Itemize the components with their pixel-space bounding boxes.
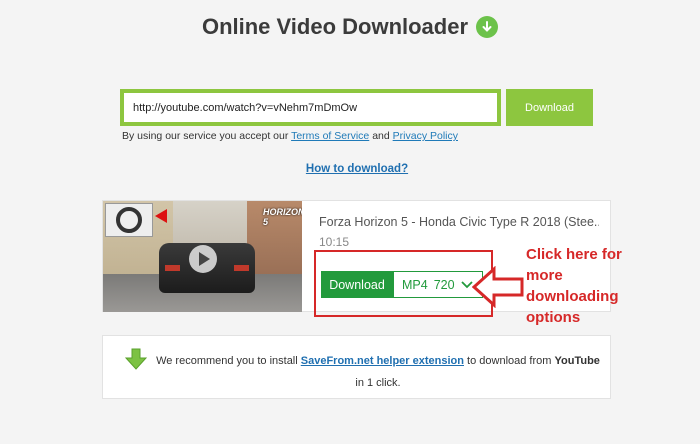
- green-down-arrow-icon: [125, 348, 147, 370]
- recommend-text: We recommend you to install SaveFrom.net…: [155, 350, 601, 394]
- video-thumbnail[interactable]: HORIZON 5: [103, 201, 302, 312]
- highlight-frame: [314, 250, 493, 317]
- recommend-box: We recommend you to install SaveFrom.net…: [102, 335, 611, 399]
- red-pointer-icon: [155, 209, 167, 223]
- download-button[interactable]: Download: [506, 89, 593, 126]
- recommend-site: YouTube: [554, 355, 600, 367]
- privacy-policy-link[interactable]: Privacy Policy: [393, 130, 458, 142]
- page-title: Online Video Downloader: [201, 14, 469, 39]
- annotation-text: Click here for more downloading options: [526, 246, 622, 326]
- video-duration: 10:15: [319, 235, 350, 249]
- annotation-arrow-icon: [472, 266, 524, 308]
- recommend-suffix: in 1 click.: [355, 377, 401, 389]
- play-icon[interactable]: [189, 245, 217, 273]
- download-arrow-icon: [476, 16, 499, 38]
- url-input[interactable]: [133, 101, 497, 114]
- terms-notice: By using our service you accept our Term…: [122, 130, 458, 142]
- thumbnail-badge: HORIZON 5: [263, 207, 302, 227]
- terms-prefix: By using our service you accept our: [122, 130, 289, 142]
- helper-extension-link[interactable]: SaveFrom.net helper extension: [301, 355, 464, 367]
- recommend-middle: to download from: [467, 355, 552, 367]
- terms-and: and: [372, 130, 390, 142]
- url-input-box[interactable]: [120, 89, 501, 126]
- recommend-prefix: We recommend you to install: [156, 355, 298, 367]
- terms-of-service-link[interactable]: Terms of Service: [291, 130, 369, 142]
- video-title: Forza Horizon 5 - Honda Civic Type R 201…: [319, 215, 599, 229]
- how-to-download-link[interactable]: How to download?: [0, 163, 700, 175]
- steering-wheel-inset: [105, 203, 153, 237]
- header: Online Video Downloader: [0, 14, 700, 40]
- steering-wheel-icon: [116, 207, 142, 233]
